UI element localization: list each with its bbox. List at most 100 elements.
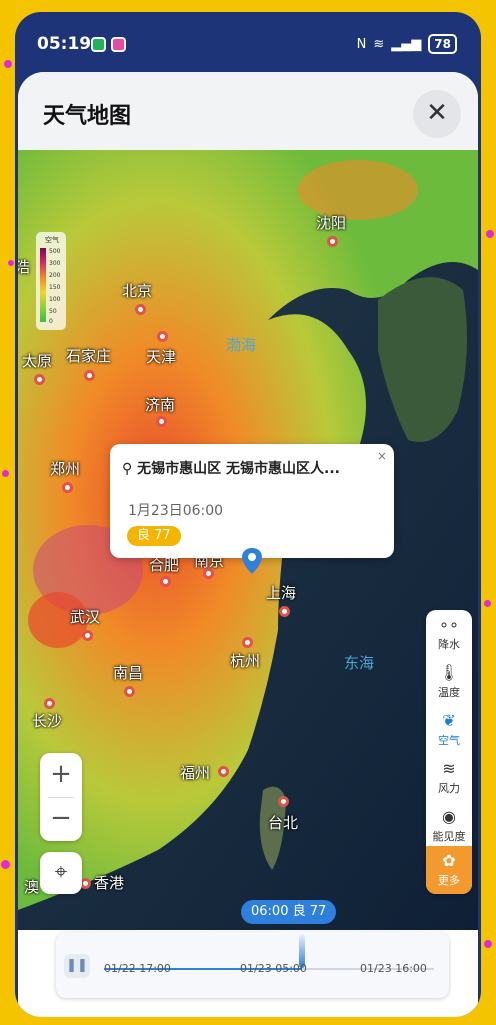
legend-value: 500 — [49, 248, 61, 255]
layer-toolbar: ∘∘ 降水 🌡 温度 ❦ 空气 ≋ 风力 ◉ 能见度 ✿ 更多 — [426, 610, 472, 894]
tool-temperature[interactable]: 🌡 温度 — [426, 658, 472, 706]
time-slider[interactable]: ❚❚ 01/22 17:00 01/23 05:00 01/23 16:00 — [56, 932, 449, 998]
city-marker[interactable] — [157, 331, 168, 342]
app-notification-icon-2 — [111, 37, 126, 52]
city-marker[interactable] — [242, 637, 253, 648]
legend-color-bar — [40, 248, 46, 322]
thermometer-icon: 🌡 — [438, 663, 460, 682]
wind-icon: ≋ — [442, 759, 456, 778]
current-time-badge: 06:00 良 77 — [241, 900, 337, 924]
pause-button[interactable]: ❚❚ — [64, 954, 90, 978]
rain-icon: ∘∘ — [438, 615, 460, 634]
popup-location: ⚲ 无锡市惠山区 无锡市惠山区人... — [122, 458, 372, 478]
tool-visibility[interactable]: ◉ 能见度 — [426, 802, 472, 850]
tool-label: 温度 — [438, 686, 460, 699]
city-label[interactable]: 长沙 — [32, 710, 62, 731]
status-bar: 05:19 N ≋ ▂▄▆ 78 — [15, 12, 481, 72]
location-pin-icon: ⚲ — [122, 461, 138, 477]
city-label[interactable]: 济南 — [145, 394, 175, 415]
city-label[interactable]: 福州 — [180, 762, 210, 783]
city-marker[interactable] — [203, 568, 214, 579]
city-marker[interactable] — [124, 686, 135, 697]
tool-label: 降水 — [438, 638, 460, 651]
app-notification-icon — [91, 37, 106, 52]
signal-icon: ▂▄▆ — [391, 36, 422, 52]
map-view[interactable]: 空气 500 300 200 150 100 50 0 沈阳 北京 石家庄 天津… — [18, 150, 478, 930]
legend-value: 300 — [49, 260, 61, 267]
locate-button[interactable]: ⌖ — [40, 852, 82, 894]
popup-time: 1月23日06:00 — [128, 503, 224, 519]
aqi-legend: 空气 500 300 200 150 100 50 0 — [36, 232, 66, 330]
tool-label: 风力 — [438, 782, 460, 795]
city-label[interactable]: 沈阳 — [316, 212, 346, 233]
tool-label: 更多 — [438, 874, 460, 887]
status-time: 05:19 — [37, 34, 92, 54]
close-icon: ✕ — [426, 98, 448, 128]
city-marker[interactable] — [82, 630, 93, 641]
legend-value: 50 — [49, 308, 57, 315]
battery-icon: 78 — [428, 34, 457, 54]
eye-icon: ◉ — [442, 807, 456, 826]
city-label[interactable]: 上海 — [266, 582, 296, 603]
weather-map-panel: 天气地图 ✕ 空气 500 300 200 150 100 50 0 沈阳 北京… — [18, 72, 478, 1017]
city-label[interactable]: 浩 — [18, 256, 30, 277]
city-label[interactable]: 杭州 — [230, 650, 260, 671]
tool-air[interactable]: ❦ 空气 — [426, 706, 472, 754]
status-indicators: N ≋ ▂▄▆ 78 — [357, 34, 457, 54]
crosshair-icon: ⌖ — [54, 860, 68, 885]
panel-header: 天气地图 ✕ — [18, 72, 478, 150]
tool-label: 空气 — [438, 734, 460, 747]
phone-screen: 05:19 N ≋ ▂▄▆ 78 天气地图 ✕ 空气 500 300 200 1… — [15, 12, 481, 1017]
tool-more[interactable]: ✿ 更多 — [426, 846, 472, 894]
location-pin-marker[interactable] — [242, 548, 262, 574]
zoom-control: + − — [40, 753, 82, 841]
wifi-icon: ≋ — [373, 36, 385, 52]
city-marker[interactable] — [34, 374, 45, 385]
city-label[interactable]: 北京 — [122, 280, 152, 301]
page-title: 天气地图 — [43, 104, 132, 129]
legend-title: 空气 — [45, 236, 59, 244]
city-marker[interactable] — [44, 698, 55, 709]
timeline-tick: 01/23 16:00 — [360, 962, 427, 975]
city-marker[interactable] — [84, 370, 95, 381]
pause-icon: ❚❚ — [66, 958, 88, 973]
popup-close-button[interactable]: × — [377, 449, 387, 463]
timeline-tick: 01/22 17:00 — [104, 962, 171, 975]
city-label[interactable]: 南昌 — [113, 662, 143, 683]
city-label[interactable]: 武汉 — [70, 606, 100, 627]
aqi-badge: 良 77 — [127, 526, 181, 546]
city-marker[interactable] — [156, 416, 167, 427]
location-popup[interactable]: ⚲ 无锡市惠山区 无锡市惠山区人... × 1月23日06:00 良 77 — [110, 444, 394, 558]
popup-location-text: 无锡市惠山区 无锡市惠山区人... — [137, 461, 340, 477]
grid-icon: ✿ — [442, 851, 456, 870]
city-label[interactable]: 郑州 — [50, 458, 80, 479]
legend-value: 200 — [49, 272, 61, 279]
city-label[interactable]: 澳 — [24, 876, 39, 897]
legend-value: 100 — [49, 296, 61, 303]
city-marker[interactable] — [279, 606, 290, 617]
city-label[interactable]: 香港 — [94, 872, 124, 893]
sea-label: 渤海 — [226, 336, 257, 354]
legend-value: 150 — [49, 284, 61, 291]
timeline-tick: 01/23 05:00 — [240, 962, 307, 975]
city-label[interactable]: 台北 — [268, 812, 298, 833]
city-marker[interactable] — [218, 766, 229, 777]
city-marker[interactable] — [135, 304, 146, 315]
city-label[interactable]: 太原 — [22, 350, 52, 371]
tool-rain[interactable]: ∘∘ 降水 — [426, 610, 472, 658]
city-marker[interactable] — [160, 576, 171, 587]
city-marker[interactable] — [278, 796, 289, 807]
city-label[interactable]: 天津 — [146, 346, 176, 367]
city-marker[interactable] — [62, 482, 73, 493]
city-marker[interactable] — [327, 236, 338, 247]
tool-wind[interactable]: ≋ 风力 — [426, 754, 472, 802]
city-label[interactable]: 石家庄 — [66, 345, 111, 366]
close-button[interactable]: ✕ — [413, 90, 461, 138]
tool-label: 能见度 — [432, 830, 466, 843]
legend-value: 0 — [49, 318, 53, 325]
zoom-out-button[interactable]: − — [40, 797, 82, 841]
nfc-icon: N — [356, 36, 367, 52]
leaf-icon: ❦ — [442, 711, 456, 730]
zoom-in-button[interactable]: + — [40, 753, 82, 797]
sea-label: 东海 — [344, 654, 375, 672]
